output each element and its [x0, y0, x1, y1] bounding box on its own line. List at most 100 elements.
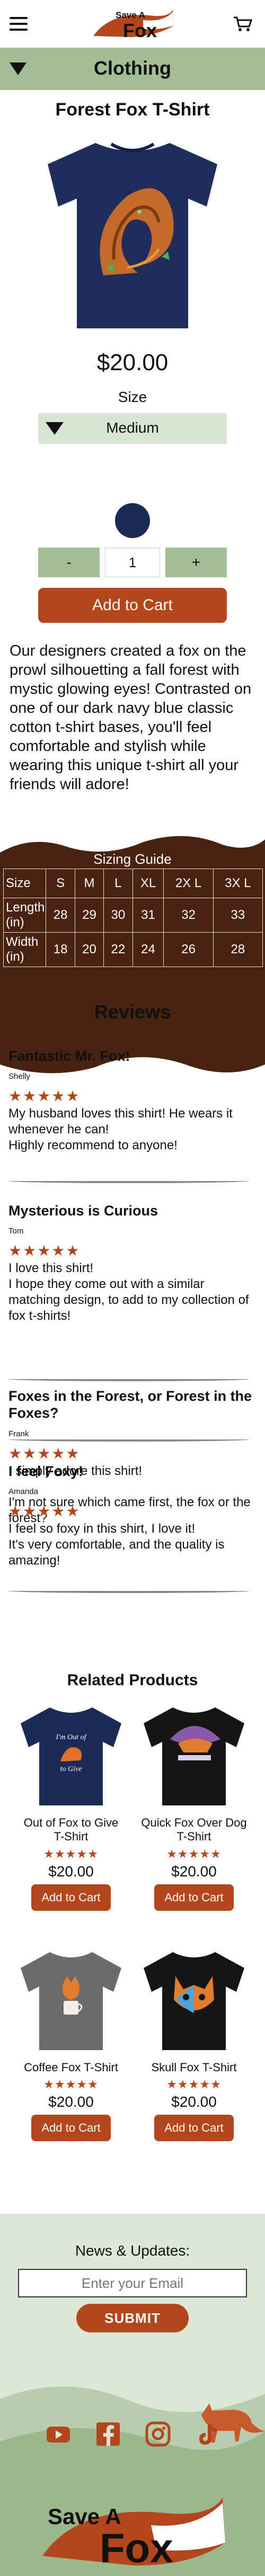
add-to-cart-button[interactable]: Add to Cart: [154, 1884, 234, 1911]
review-author: Tom: [8, 1227, 24, 1236]
footer-logo[interactable]: Save A Fox: [37, 2492, 228, 2572]
table-cell: 32: [163, 898, 214, 933]
table-header: XL: [132, 869, 164, 898]
related-product-stars: ★★★★★: [43, 1847, 99, 1861]
cart-icon[interactable]: [233, 16, 252, 32]
related-product-name[interactable]: Coffee Fox T-Shirt: [18, 2061, 124, 2074]
sizing-guide-title: Sizing Guide: [93, 851, 172, 867]
reviews-heading: Reviews: [94, 1001, 171, 1023]
table-cell: 18: [46, 932, 75, 967]
instagram-icon[interactable]: [144, 2420, 172, 2448]
qty-minus-button[interactable]: -: [38, 548, 100, 577]
review-text: My husband loves this shirt! He wears it…: [8, 1106, 233, 1152]
svg-text:Fox: Fox: [123, 20, 157, 41]
review-text: I feel so foxy in this shirt, I love it!…: [8, 1522, 225, 1568]
svg-text:Fox: Fox: [100, 2525, 173, 2571]
table-header: L: [103, 869, 133, 898]
related-product-price: $20.00: [171, 1863, 217, 1880]
review-item: Mysterious is Curious Tom ★★★★★ I love t…: [8, 1202, 258, 1323]
review-item: Fantastic Mr. Fox! Shelly ★★★★★ My husba…: [8, 1048, 258, 1153]
table-cell: 33: [213, 898, 263, 933]
table-cell: Width (in): [3, 932, 47, 967]
qty-input[interactable]: 1: [105, 548, 160, 577]
related-product-card[interactable]: Coffee Fox T-Shirt ★★★★★ $20.00 Add to C…: [18, 1947, 124, 2142]
svg-text:I'm Out of: I'm Out of: [56, 1733, 87, 1741]
svg-text:Save A: Save A: [116, 10, 145, 20]
related-product-card[interactable]: Skull Fox T-Shirt ★★★★★ $20.00 Add to Ca…: [141, 1947, 247, 2142]
related-product-card[interactable]: I'm Out of to Give Out of Fox to Give T-…: [18, 1702, 124, 1911]
qty-plus-button[interactable]: +: [165, 548, 227, 577]
add-to-cart-button[interactable]: Add to Cart: [31, 1884, 111, 1911]
review-stars: ★★★★★: [8, 1242, 81, 1259]
table-cell: Length (in): [3, 898, 47, 933]
newsletter-label: News & Updates:: [75, 2242, 190, 2259]
table-row: Size S M L XL 2X L 3X L: [3, 869, 263, 898]
review-stars: ★★★★★: [8, 1088, 81, 1105]
product-image[interactable]: [141, 1702, 247, 1808]
product-description: Our designers created a fox on the prowl…: [10, 642, 252, 793]
site-logo[interactable]: Save A Fox: [90, 4, 175, 41]
category-label: Clothing: [94, 57, 171, 79]
product-image[interactable]: [141, 1947, 247, 2053]
table-cell: 24: [132, 932, 164, 967]
table-cell: 29: [74, 898, 104, 933]
add-to-cart-button[interactable]: Add to Cart: [154, 2115, 234, 2142]
related-product-price: $20.00: [48, 1863, 94, 1880]
add-to-cart-button[interactable]: Add to Cart: [38, 588, 227, 623]
review-title: Mysterious is Curious: [8, 1203, 158, 1219]
submit-button[interactable]: SUBMIT: [76, 2304, 189, 2332]
facebook-icon[interactable]: [94, 2420, 122, 2448]
table-header: S: [46, 869, 75, 898]
divider: [8, 1377, 249, 1381]
site-header: Save A Fox: [0, 0, 265, 48]
table-cell: 28: [213, 932, 263, 967]
product-image[interactable]: I'm Out of to Give: [18, 1702, 124, 1808]
tiktok-icon[interactable]: [193, 2420, 220, 2448]
sizing-table: Size S M L XL 2X L 3X L Length (in) 28 2…: [3, 869, 263, 967]
product-image[interactable]: [18, 1947, 124, 2053]
related-product-price: $20.00: [48, 2094, 94, 2110]
related-product-name[interactable]: Skull Fox T-Shirt: [141, 2061, 247, 2074]
table-cell: 31: [132, 898, 164, 933]
hamburger-menu-icon[interactable]: [10, 17, 28, 31]
table-header: M: [74, 869, 104, 898]
divider: [8, 1179, 249, 1183]
size-label: Size: [118, 389, 147, 405]
table-cell: 30: [103, 898, 133, 933]
table-row: Width (in) 18 20 22 24 26 28: [3, 932, 263, 967]
quantity-stepper: - 1 +: [38, 548, 227, 577]
table-row: Length (in) 28 29 30 31 32 33: [3, 898, 263, 933]
review-text: I love this shirt! I hope they come out …: [8, 1261, 249, 1323]
related-product-stars: ★★★★★: [166, 1847, 222, 1861]
table-cell: 28: [46, 898, 75, 933]
size-value: Medium: [106, 419, 159, 436]
category-bar[interactable]: Clothing: [0, 48, 265, 90]
table-cell: 26: [163, 932, 214, 967]
related-products-heading: Related Products: [67, 1671, 198, 1689]
product-title: Forest Fox T-Shirt: [55, 100, 210, 120]
svg-text:to Give: to Give: [60, 1765, 82, 1773]
table-header: 3X L: [213, 869, 263, 898]
table-cell: 22: [103, 932, 133, 967]
product-price: $20.00: [96, 350, 169, 375]
review-title: I feel Foxy!: [8, 1463, 84, 1479]
divider: [8, 1437, 249, 1442]
size-select[interactable]: Medium: [38, 413, 227, 444]
add-to-cart-button[interactable]: Add to Cart: [31, 2115, 111, 2142]
color-swatch-navy[interactable]: [115, 503, 150, 538]
email-field[interactable]: [18, 2269, 247, 2297]
youtube-icon[interactable]: [45, 2420, 72, 2448]
related-product-card[interactable]: Quick Fox Over Dog T-Shirt ★★★★★ $20.00 …: [141, 1702, 247, 1911]
review-author: Shelly: [8, 1072, 30, 1081]
review-item: I feel Foxy! Amanda ★★★★★ I feel so foxy…: [8, 1463, 258, 1569]
related-product-name[interactable]: Quick Fox Over Dog T-Shirt: [141, 1816, 247, 1844]
related-product-stars: ★★★★★: [166, 2078, 222, 2091]
related-product-price: $20.00: [171, 2094, 217, 2110]
table-cell: 20: [74, 932, 104, 967]
review-title: Fantastic Mr. Fox!: [8, 1048, 130, 1064]
review-stars: ★★★★★: [8, 1445, 81, 1462]
related-product-name[interactable]: Out of Fox to Give T-Shirt: [18, 1816, 124, 1844]
table-header: 2X L: [163, 869, 214, 898]
product-image: [48, 142, 217, 328]
divider: [8, 1589, 249, 1593]
